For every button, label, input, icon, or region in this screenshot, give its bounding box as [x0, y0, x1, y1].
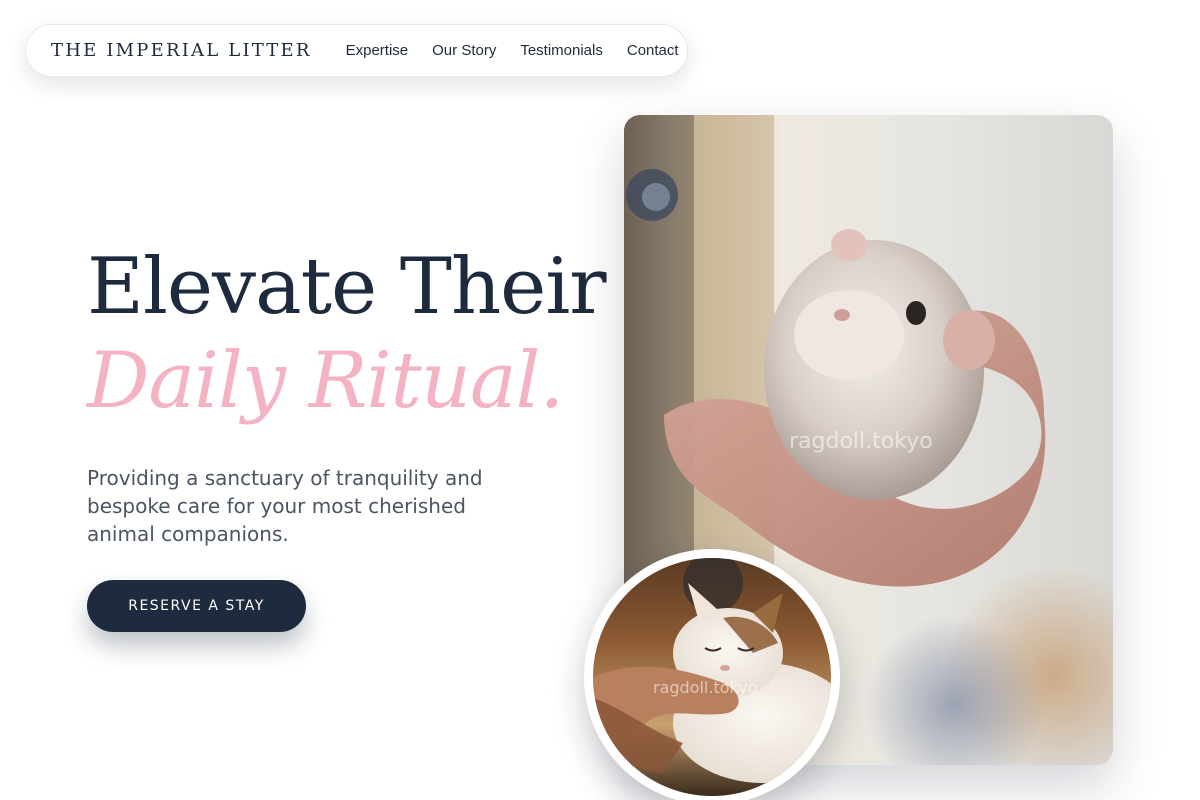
brand-logo[interactable]: THE IMPERIAL LITTER	[51, 40, 312, 61]
inset-watermark: ragdoll.tokyo	[653, 678, 758, 697]
cat-photo-illustration	[593, 558, 831, 783]
top-navigation: THE IMPERIAL LITTER Expertise Our Story …	[25, 24, 688, 77]
nav-link-our-story[interactable]: Our Story	[432, 42, 496, 59]
hero-subtext: Providing a sanctuary of tranquility and…	[87, 466, 483, 546]
hero-headline: Elevate Their Daily Ritual.	[87, 242, 607, 426]
nav-link-testimonials[interactable]: Testimonials	[520, 42, 603, 59]
headline-line-2: Daily Ritual.	[87, 336, 564, 426]
reserve-stay-button[interactable]: RESERVE A STAY	[87, 580, 306, 632]
photo-watermark: ragdoll.tokyo	[789, 429, 933, 454]
nav-links: Expertise Our Story Testimonials Contact	[346, 42, 679, 59]
cat-photo: ragdoll.tokyo	[593, 558, 831, 796]
headline-line-1: Elevate Their	[87, 242, 607, 332]
nav-link-contact[interactable]: Contact	[627, 42, 679, 59]
nav-link-expertise[interactable]: Expertise	[346, 42, 409, 59]
cat-photo-inset: ragdoll.tokyo	[584, 549, 840, 800]
